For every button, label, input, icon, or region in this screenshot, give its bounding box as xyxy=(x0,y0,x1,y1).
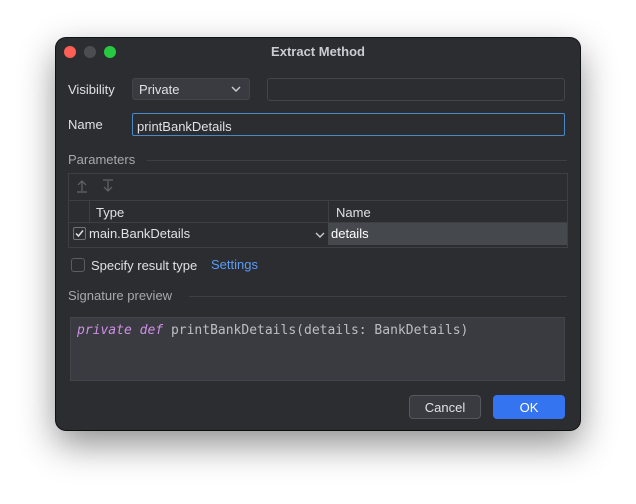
method-name-input[interactable] xyxy=(132,113,565,136)
chevron-down-icon xyxy=(231,86,241,92)
visibility-dropdown[interactable]: Private xyxy=(132,78,250,100)
checkmark-icon xyxy=(75,230,84,238)
signature-separator xyxy=(189,296,567,297)
parameter-name: details xyxy=(331,226,369,241)
table-row[interactable]: main.BankDetails details xyxy=(69,223,567,245)
specify-result-type-label[interactable]: Specify result type xyxy=(91,258,197,273)
parameter-name-cell[interactable]: details xyxy=(328,223,567,245)
visibility-label: Visibility xyxy=(68,82,115,97)
column-header-type[interactable]: Type xyxy=(96,205,124,220)
keyword-private: private xyxy=(77,323,132,338)
signature-preview-title: Signature preview xyxy=(68,288,173,303)
extract-method-dialog: Extract Method Visibility Private Name P… xyxy=(56,38,580,430)
specify-result-type-checkbox[interactable] xyxy=(71,258,85,272)
cancel-button[interactable]: Cancel xyxy=(409,395,481,419)
name-label: Name xyxy=(68,117,103,132)
parameter-type[interactable]: main.BankDetails xyxy=(89,226,190,241)
signature-preview: private def printBankDetails(details: Ba… xyxy=(70,317,565,381)
move-down-icon[interactable] xyxy=(101,179,115,193)
keyword-def: def xyxy=(139,323,164,338)
parameters-separator xyxy=(147,160,567,161)
column-divider xyxy=(328,201,329,223)
chevron-down-icon[interactable] xyxy=(315,231,325,239)
ok-button[interactable]: OK xyxy=(493,395,565,419)
settings-link[interactable]: Settings xyxy=(211,257,258,272)
table-header: Type Name xyxy=(69,200,567,223)
column-header-name[interactable]: Name xyxy=(336,205,371,220)
signature-text: printBankDetails(details: BankDetails) xyxy=(170,323,469,338)
visibility-selected-value: Private xyxy=(139,82,180,97)
title-bar: Extract Method xyxy=(56,38,580,66)
parameters-table: Type Name main.BankDetails details xyxy=(68,173,568,248)
parameter-checkbox[interactable] xyxy=(73,227,86,240)
column-divider xyxy=(89,201,90,223)
visibility-extra-field[interactable] xyxy=(267,78,565,101)
move-up-icon[interactable] xyxy=(75,179,89,193)
parameters-section-title: Parameters xyxy=(68,152,136,167)
dialog-title: Extract Method xyxy=(271,44,365,59)
